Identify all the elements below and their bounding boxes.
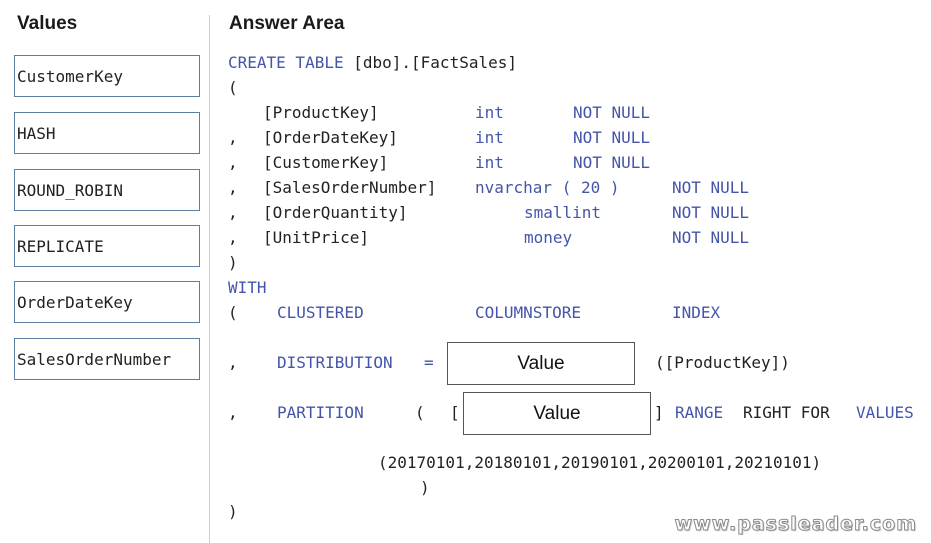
column-type: int [475,153,504,172]
column-type: smallint [524,203,602,222]
column-name: [UnitPrice] [263,228,369,247]
column-type: int [475,128,504,147]
value-option-replicate[interactable]: REPLICATE [14,225,200,267]
column-type: int [475,103,504,122]
column-type: money [524,228,573,247]
partition-comma: , [228,403,238,422]
value-option-salesordernumber[interactable]: SalesOrderNumber [14,338,200,380]
values-keyword: VALUES [856,403,914,422]
answer-area-heading: Answer Area [229,13,345,34]
open-paren: ( [228,78,238,97]
values-heading: Values [17,13,78,34]
column-prefix: , [228,178,238,197]
columnstore-keyword: COLUMNSTORE [475,303,581,322]
column-prefix: , [228,153,238,172]
partition-keyword: PARTITION [277,403,364,422]
partition-open-paren: ( [415,403,425,422]
column-prefix: , [228,203,238,222]
create-table-keyword: CREATE TABLE [228,53,344,72]
distribution-comma: , [228,353,238,372]
column-type: nvarchar ( 20 ) [475,178,620,197]
column-name: [SalesOrderNumber] [263,178,437,197]
index-open-paren: ( [228,303,238,322]
create-table-line: CREATE TABLE [dbo].[FactSales] [228,53,517,73]
column-null: NOT NULL [573,103,651,122]
distribution-equals: = [424,353,434,372]
column-name: [OrderDateKey] [263,128,398,147]
partition-close-paren: ) [420,478,430,497]
column-null: NOT NULL [672,178,750,197]
value-option-hash[interactable]: HASH [14,112,200,154]
clustered-keyword: CLUSTERED [277,303,364,322]
partition-value-dropzone[interactable]: Value [463,392,651,435]
distribution-keyword: DISTRIBUTION [277,353,393,372]
column-prefix: , [228,128,238,147]
value-option-round-robin[interactable]: ROUND_ROBIN [14,169,200,211]
column-null: NOT NULL [573,153,651,172]
value-option-customerkey[interactable]: CustomerKey [14,55,200,97]
table-name: [dbo].[FactSales] [353,53,517,72]
partition-boundaries: (20170101,20180101,20190101,20200101,202… [378,453,822,472]
column-null: NOT NULL [672,228,750,247]
distribution-value-dropzone[interactable]: Value [447,342,635,385]
close-paren: ) [228,253,238,272]
watermark: www.passleader.com [674,513,917,536]
with-keyword: WITH [228,278,267,297]
right-for-keyword: RIGHT FOR [743,403,830,422]
column-name: [CustomerKey] [263,153,389,172]
distribution-column: ([ProductKey]) [655,353,790,372]
panel-divider [209,15,210,543]
final-close-paren: ) [228,502,238,521]
value-option-orderdatekey[interactable]: OrderDateKey [14,281,200,323]
column-prefix: , [228,228,238,247]
column-null: NOT NULL [672,203,750,222]
partition-bracket-open: [ [450,403,460,422]
column-null: NOT NULL [573,128,651,147]
range-keyword: RANGE [675,403,724,422]
column-name: [ProductKey] [263,103,379,122]
index-keyword: INDEX [672,303,721,322]
partition-bracket-close: ] [654,403,664,422]
column-name: [OrderQuantity] [263,203,408,222]
